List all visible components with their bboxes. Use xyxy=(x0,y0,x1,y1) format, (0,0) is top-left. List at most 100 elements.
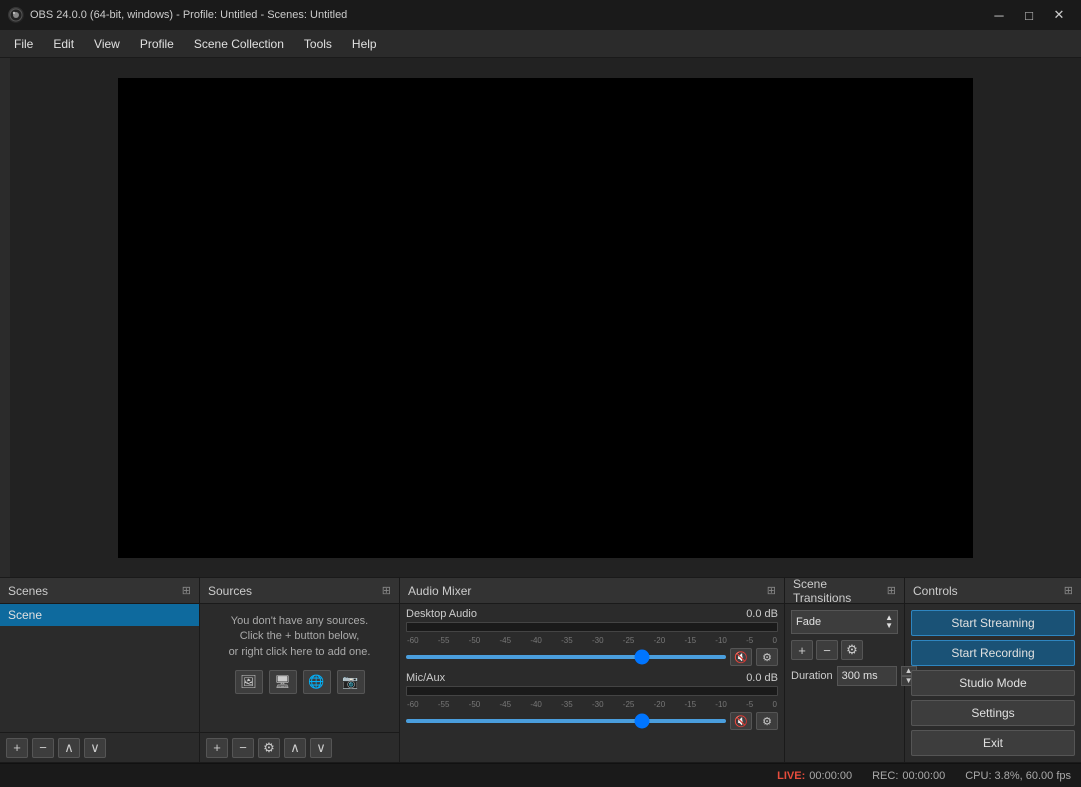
transitions-panel-icon[interactable]: ⊞ xyxy=(887,584,896,597)
sources-panel: Sources ⊞ You don't have any sources. Cl… xyxy=(200,578,400,762)
controls-content: Start Streaming Start Recording Studio M… xyxy=(905,604,1081,762)
transition-name: Fade xyxy=(796,616,821,628)
transition-settings-button[interactable]: ⚙ xyxy=(841,640,863,660)
sources-content[interactable]: You don't have any sources. Click the + … xyxy=(200,604,399,732)
scenes-move-down-button[interactable]: ∨ xyxy=(84,738,106,758)
volume-slider-desktop[interactable] xyxy=(406,655,726,659)
volume-slider-mic[interactable] xyxy=(406,719,726,723)
mute-button-mic[interactable]: 🔇 xyxy=(730,712,752,730)
rec-time: 00:00:00 xyxy=(902,770,945,782)
scenes-remove-button[interactable]: − xyxy=(32,738,54,758)
menu-help[interactable]: Help xyxy=(342,33,387,55)
status-live: LIVE: 00:00:00 xyxy=(777,770,852,782)
audio-scale-desktop: -60-55-50-45-40-35-30-25-20-15-10-50 xyxy=(406,636,778,645)
audio-channel-mic-header: Mic/Aux 0.0 dB xyxy=(406,672,778,684)
minimize-button[interactable]: ─ xyxy=(985,5,1013,25)
duration-row: Duration ▲ ▼ xyxy=(791,666,898,686)
scenes-toolbar: + − ∧ ∨ xyxy=(0,732,199,762)
menu-view[interactable]: View xyxy=(84,33,130,55)
audio-meter-mic xyxy=(406,686,778,696)
status-rec: REC: 00:00:00 xyxy=(872,770,945,782)
audio-panel: Audio Mixer ⊞ Desktop Audio 0.0 dB -60-5… xyxy=(400,578,785,762)
live-label: LIVE: xyxy=(777,770,805,782)
sources-panel-header: Sources ⊞ xyxy=(200,578,399,604)
preview-container xyxy=(10,58,1081,577)
sources-settings-button[interactable]: ⚙ xyxy=(258,738,280,758)
close-button[interactable]: ✕ xyxy=(1045,5,1073,25)
transition-add-button[interactable]: + xyxy=(791,640,813,660)
audio-panel-header: Audio Mixer ⊞ xyxy=(400,578,784,604)
controls-panel: Controls ⊞ Start Streaming Start Recordi… xyxy=(905,578,1081,762)
audio-panel-icon[interactable]: ⊞ xyxy=(767,584,776,597)
controls-panel-header: Controls ⊞ xyxy=(905,578,1081,604)
audio-channel-mic-db: 0.0 dB xyxy=(746,672,778,684)
sources-add-button[interactable]: + xyxy=(206,738,228,758)
source-icon-image[interactable]: 🖼 xyxy=(235,670,263,694)
controls-panel-title: Controls xyxy=(913,584,958,598)
scenes-add-button[interactable]: + xyxy=(6,738,28,758)
audio-meter-desktop xyxy=(406,622,778,632)
duration-label: Duration xyxy=(791,670,833,682)
source-icon-browser[interactable]: 🌐 xyxy=(303,670,331,694)
source-icon-camera[interactable]: 📷 xyxy=(337,670,365,694)
scenes-panel: Scenes ⊞ Scene + − ∧ ∨ xyxy=(0,578,200,762)
exit-button[interactable]: Exit xyxy=(911,730,1075,756)
source-icons-row: 🖼 🖥 🌐 📷 xyxy=(235,670,365,694)
status-bar: LIVE: 00:00:00 REC: 00:00:00 CPU: 3.8%, … xyxy=(0,763,1081,787)
sources-panel-title: Sources xyxy=(208,584,252,598)
menu-tools[interactable]: Tools xyxy=(294,33,342,55)
title-bar: OBS 24.0.0 (64-bit, windows) - Profile: … xyxy=(0,0,1081,30)
menu-scene-collection[interactable]: Scene Collection xyxy=(184,33,294,55)
window-controls: ─ □ ✕ xyxy=(985,5,1073,25)
settings-button[interactable]: Settings xyxy=(911,700,1075,726)
menu-bar: File Edit View Profile Scene Collection … xyxy=(0,30,1081,58)
left-panel xyxy=(0,58,10,577)
duration-input[interactable] xyxy=(837,666,897,686)
transitions-panel: Scene Transitions ⊞ Fade ▲▼ + − ⚙ Durati… xyxy=(785,578,905,762)
start-streaming-button[interactable]: Start Streaming xyxy=(911,610,1075,636)
sources-hint-line3: or right click here to add one. xyxy=(229,646,371,658)
transition-dropdown[interactable]: Fade ▲▼ xyxy=(791,610,898,634)
sources-move-down-button[interactable]: ∨ xyxy=(310,738,332,758)
rec-label: REC: xyxy=(872,770,898,782)
mute-button-desktop[interactable]: 🔇 xyxy=(730,648,752,666)
scenes-panel-title: Scenes xyxy=(8,584,48,598)
audio-scale-mic: -60-55-50-45-40-35-30-25-20-15-10-50 xyxy=(406,700,778,709)
transitions-panel-title: Scene Transitions xyxy=(793,577,887,605)
audio-channel-desktop-name: Desktop Audio xyxy=(406,608,477,620)
title-bar-left: OBS 24.0.0 (64-bit, windows) - Profile: … xyxy=(8,7,347,23)
transition-dropdown-icon: ▲▼ xyxy=(885,614,893,630)
audio-settings-mic[interactable]: ⚙ xyxy=(756,712,778,730)
transitions-content: Fade ▲▼ + − ⚙ Duration ▲ ▼ xyxy=(785,604,904,762)
transition-remove-button[interactable]: − xyxy=(816,640,838,660)
scenes-panel-icon[interactable]: ⊞ xyxy=(182,584,191,597)
scenes-list: Scene xyxy=(0,604,199,732)
source-icon-display[interactable]: 🖥 xyxy=(269,670,297,694)
main-content xyxy=(0,58,1081,577)
controls-panel-icon[interactable]: ⊞ xyxy=(1064,584,1073,597)
status-cpu: CPU: 3.8%, 60.00 fps xyxy=(965,770,1071,782)
sources-move-up-button[interactable]: ∧ xyxy=(284,738,306,758)
start-recording-button[interactable]: Start Recording xyxy=(911,640,1075,666)
audio-channel-desktop: Desktop Audio 0.0 dB -60-55-50-45-40-35-… xyxy=(406,608,778,666)
bottom-panel: Scenes ⊞ Scene + − ∧ ∨ Sources ⊞ You don… xyxy=(0,577,1081,762)
audio-panel-title: Audio Mixer xyxy=(408,584,471,598)
menu-profile[interactable]: Profile xyxy=(130,33,184,55)
maximize-button[interactable]: □ xyxy=(1015,5,1043,25)
sources-hint-line1: You don't have any sources. xyxy=(231,615,368,627)
sources-remove-button[interactable]: − xyxy=(232,738,254,758)
audio-controls-desktop: 🔇 ⚙ xyxy=(406,648,778,666)
scenes-move-up-button[interactable]: ∧ xyxy=(58,738,80,758)
sources-panel-icon[interactable]: ⊞ xyxy=(382,584,391,597)
cpu-info: CPU: 3.8%, 60.00 fps xyxy=(965,770,1071,782)
preview-canvas xyxy=(118,78,973,558)
menu-file[interactable]: File xyxy=(4,33,43,55)
audio-channel-mic-name: Mic/Aux xyxy=(406,672,445,684)
app-icon xyxy=(8,7,24,23)
audio-controls-mic: 🔇 ⚙ xyxy=(406,712,778,730)
menu-edit[interactable]: Edit xyxy=(43,33,84,55)
scene-item[interactable]: Scene xyxy=(0,604,199,626)
studio-mode-button[interactable]: Studio Mode xyxy=(911,670,1075,696)
audio-content: Desktop Audio 0.0 dB -60-55-50-45-40-35-… xyxy=(400,604,784,762)
audio-settings-desktop[interactable]: ⚙ xyxy=(756,648,778,666)
